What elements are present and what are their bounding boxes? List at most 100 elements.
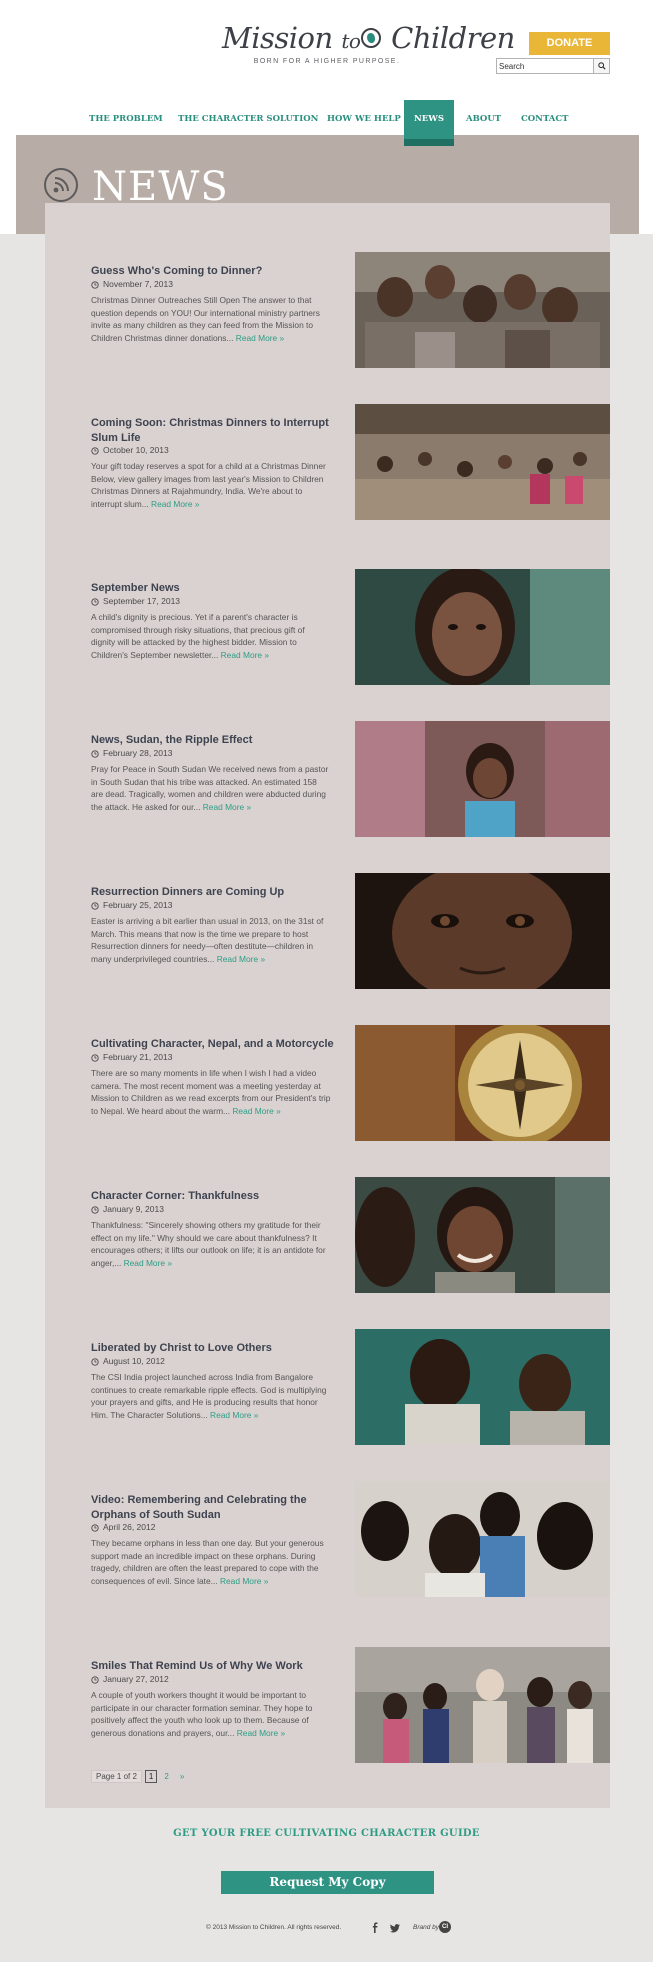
- post-title[interactable]: Cultivating Character, Nepal, and a Moto…: [91, 1037, 336, 1052]
- news-post: Video: Remembering and Celebrating the O…: [91, 1481, 610, 1609]
- post-image-girl-portrait[interactable]: [355, 569, 610, 685]
- post-date: January 9, 2013: [91, 1204, 164, 1215]
- news-post: Smiles That Remind Us of Why We Work Jan…: [91, 1647, 610, 1775]
- post-title[interactable]: Guess Who's Coming to Dinner?: [91, 264, 336, 279]
- post-date: April 26, 2012: [91, 1522, 155, 1533]
- post-date-text: April 26, 2012: [103, 1522, 156, 1532]
- post-excerpt-text: The CSI India project launched across In…: [91, 1372, 327, 1421]
- search-button[interactable]: [593, 59, 609, 73]
- post-excerpt: They became orphans in less than one day…: [91, 1537, 331, 1588]
- read-more-link[interactable]: Read More »: [236, 333, 284, 343]
- post-date: August 10, 2012: [91, 1356, 165, 1367]
- post-image-smiling-boy[interactable]: [355, 1177, 610, 1293]
- post-date-text: February 25, 2013: [103, 900, 173, 910]
- read-more-link[interactable]: Read More »: [217, 954, 265, 964]
- post-image-two-men[interactable]: [355, 1329, 610, 1445]
- post-excerpt-text: There are so many moments in life when I…: [91, 1068, 331, 1117]
- post-excerpt: A child's dignity is precious. Yet if a …: [91, 611, 331, 662]
- post-excerpt-text: Your gift today reserves a spot for a ch…: [91, 461, 326, 510]
- pagination-summary: Page 1 of 2: [91, 1770, 142, 1783]
- nav-item-about[interactable]: ABOUT: [466, 100, 501, 146]
- read-more-link[interactable]: Read More »: [124, 1258, 172, 1268]
- main-nav: THE PROBLEM THE CHARACTER SOLUTION HOW W…: [0, 100, 653, 146]
- site-header: Mission to Children BORN FOR A HIGHER PU…: [0, 0, 653, 100]
- post-excerpt: There are so many moments in life when I…: [91, 1067, 331, 1118]
- clock-icon: [91, 749, 99, 758]
- nav-item-how-we-help[interactable]: HOW WE HELP: [327, 100, 401, 146]
- clock-icon: [91, 280, 99, 289]
- post-title[interactable]: News, Sudan, the Ripple Effect: [91, 733, 336, 748]
- post-image-face-closeup[interactable]: [355, 873, 610, 989]
- post-image-smiling-girl[interactable]: [355, 721, 610, 837]
- read-more-link[interactable]: Read More »: [221, 650, 269, 660]
- clock-icon: [91, 1053, 99, 1062]
- globe-icon: [361, 28, 382, 48]
- post-date: November 7, 2013: [91, 279, 173, 290]
- read-more-link[interactable]: Read More »: [220, 1576, 268, 1586]
- read-more-link[interactable]: Read More »: [203, 802, 251, 812]
- read-more-link[interactable]: Read More »: [237, 1728, 285, 1738]
- logo-word-to: to: [341, 29, 361, 53]
- news-post: Character Corner: Thankfulness January 9…: [91, 1177, 610, 1305]
- read-more-link[interactable]: Read More »: [232, 1106, 280, 1116]
- nav-item-the-problem[interactable]: THE PROBLEM: [89, 100, 163, 146]
- post-excerpt-text: Easter is arriving a bit earlier than us…: [91, 916, 324, 965]
- post-date-text: January 27, 2012: [103, 1674, 169, 1684]
- brand-label: Brand by: [413, 1924, 440, 1931]
- nav-item-news[interactable]: NEWS: [404, 100, 454, 146]
- clock-icon: [91, 597, 99, 606]
- news-post: News, Sudan, the Ripple Effect February …: [91, 721, 610, 849]
- post-title[interactable]: Liberated by Christ to Love Others: [91, 1341, 336, 1356]
- news-post: Coming Soon: Christmas Dinners to Interr…: [91, 404, 610, 532]
- read-more-link[interactable]: Read More »: [210, 1410, 258, 1420]
- news-post: Liberated by Christ to Love Others Augus…: [91, 1329, 610, 1457]
- logo-tagline: BORN FOR A HIGHER PURPOSE.: [253, 58, 401, 65]
- clock-icon: [91, 446, 99, 455]
- post-image-youth-group[interactable]: [355, 1647, 610, 1763]
- read-more-link[interactable]: Read More »: [151, 499, 199, 509]
- post-date-text: September 17, 2013: [103, 596, 181, 606]
- search-box: [496, 58, 610, 74]
- magnifier-icon: [597, 62, 606, 70]
- post-title[interactable]: Coming Soon: Christmas Dinners to Interr…: [91, 416, 336, 445]
- nav-item-the-character-solution[interactable]: THE CHARACTER SOLUTION: [178, 100, 318, 146]
- facebook-icon[interactable]: [369, 1921, 381, 1933]
- post-date: February 28, 2013: [91, 748, 172, 759]
- pagination-page-2[interactable]: 2: [160, 1772, 172, 1781]
- post-title[interactable]: September News: [91, 581, 336, 596]
- search-input[interactable]: [497, 59, 593, 73]
- clock-icon: [91, 901, 99, 910]
- post-date-text: August 10, 2012: [103, 1356, 165, 1366]
- post-image-orphans[interactable]: [355, 1481, 610, 1597]
- site-logo[interactable]: Mission to Children BORN FOR A HIGHER PU…: [222, 21, 515, 65]
- post-excerpt-text: A child's dignity is precious. Yet if a …: [91, 612, 305, 661]
- donate-button[interactable]: DONATE: [529, 32, 610, 55]
- logo-word-children: Children: [391, 21, 515, 55]
- brand-logo[interactable]: CI: [439, 1921, 451, 1933]
- nav-item-contact[interactable]: CONTACT: [521, 100, 569, 146]
- clock-icon: [91, 1205, 99, 1214]
- post-date-text: October 10, 2013: [103, 445, 169, 455]
- clock-icon: [91, 1675, 99, 1684]
- request-copy-button[interactable]: Request My Copy: [221, 1871, 434, 1894]
- post-date-text: November 7, 2013: [103, 279, 173, 289]
- logo-word-mission: Mission: [222, 21, 333, 55]
- post-image-christmas-dinner[interactable]: [355, 404, 610, 520]
- post-excerpt-text: Christmas Dinner Outreaches Still Open T…: [91, 295, 320, 344]
- news-post: Guess Who's Coming to Dinner? November 7…: [91, 252, 610, 380]
- page: Mission to Children BORN FOR A HIGHER PU…: [0, 0, 653, 1962]
- post-title[interactable]: Resurrection Dinners are Coming Up: [91, 885, 336, 900]
- post-date-text: February 28, 2013: [103, 748, 173, 758]
- guide-heading: GET YOUR FREE CULTIVATING CHARACTER GUID…: [173, 1828, 480, 1839]
- post-title[interactable]: Video: Remembering and Celebrating the O…: [91, 1493, 336, 1522]
- twitter-icon[interactable]: [389, 1921, 401, 1933]
- post-image-compass[interactable]: [355, 1025, 610, 1141]
- post-excerpt: Your gift today reserves a spot for a ch…: [91, 460, 331, 511]
- post-title[interactable]: Character Corner: Thankfulness: [91, 1189, 336, 1204]
- post-title[interactable]: Smiles That Remind Us of Why We Work: [91, 1659, 336, 1674]
- pagination-next[interactable]: »: [176, 1772, 188, 1781]
- post-image-children-group[interactable]: [355, 252, 610, 368]
- post-date: February 25, 2013: [91, 900, 172, 911]
- post-date: October 10, 2013: [91, 445, 169, 456]
- rss-feed-icon: [44, 168, 78, 202]
